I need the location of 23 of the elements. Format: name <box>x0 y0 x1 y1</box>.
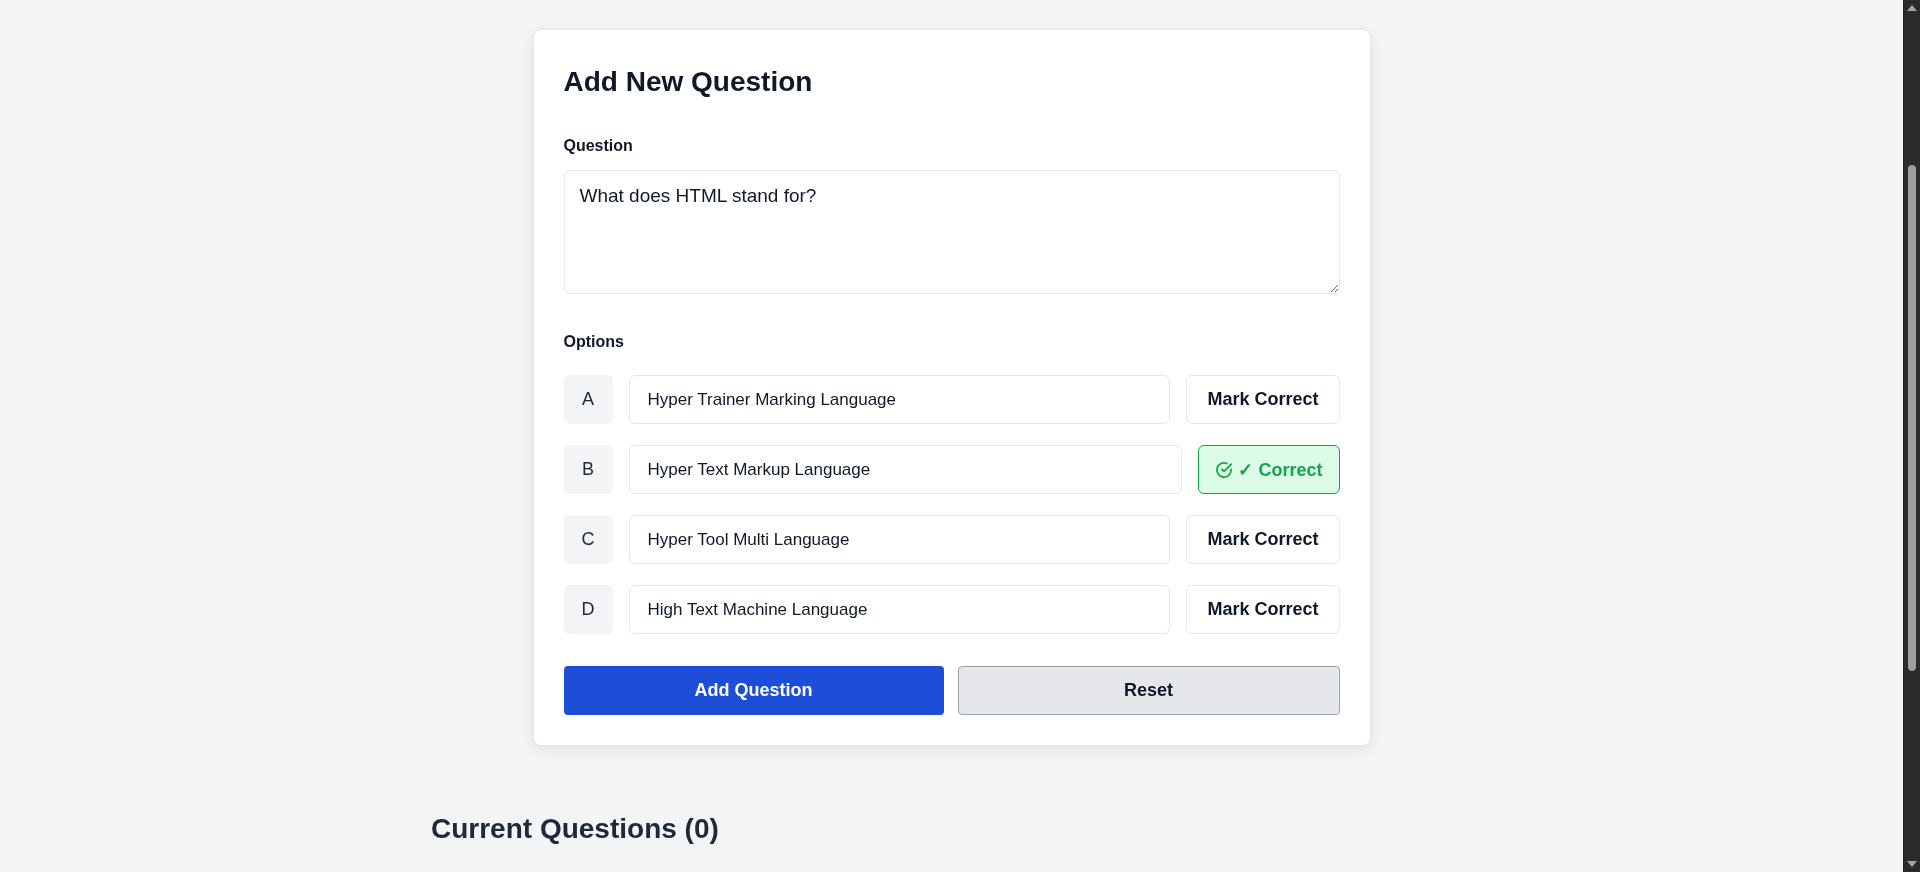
option-letter: A <box>563 375 613 424</box>
mark-correct-button[interactable]: Mark Correct <box>1186 515 1340 564</box>
option-input[interactable]: Hyper Trainer Marking Language <box>628 375 1171 424</box>
option-input[interactable]: Hyper Tool Multi Language <box>628 515 1171 564</box>
mark-correct-button[interactable]: Mark Correct <box>1186 375 1340 424</box>
scrollbar[interactable] <box>1903 0 1920 872</box>
scroll-up-arrow-icon[interactable] <box>1907 5 1917 11</box>
reset-button[interactable]: Reset <box>957 666 1340 715</box>
field-label: Options <box>563 332 624 352</box>
option-letter: D <box>563 585 613 634</box>
scroll-down-arrow-icon[interactable] <box>1907 861 1917 867</box>
option-letter: B <box>563 445 613 494</box>
question-field[interactable]: What does HTML stand for? <box>563 170 1340 294</box>
mark-correct-button[interactable]: Mark Correct <box>1186 585 1340 634</box>
field-label: Question <box>563 136 633 156</box>
check-circle-icon <box>1215 460 1234 479</box>
add-question-button[interactable]: Add Question <box>563 666 944 715</box>
option-input[interactable]: High Text Machine Language <box>628 585 1171 634</box>
section-heading: Current Questions (0) <box>431 812 719 846</box>
option-input[interactable]: Hyper Text Markup Language <box>628 445 1183 494</box>
scrollbar-thumb[interactable] <box>1908 165 1916 671</box>
option-letter: C <box>563 515 613 564</box>
form-title: Add New Question <box>563 65 814 99</box>
